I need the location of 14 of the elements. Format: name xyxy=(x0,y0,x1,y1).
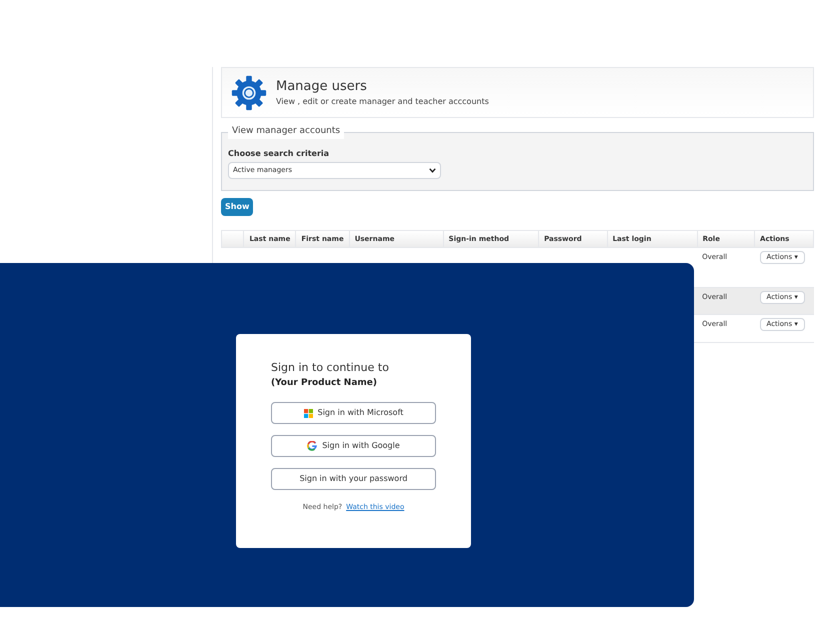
page-title: Manage users xyxy=(276,78,368,96)
google-sign-in-button[interactable]: Sign in with Google xyxy=(271,435,436,457)
product-name: (Your Product Name) xyxy=(271,376,378,390)
sign-in-title: Sign in to continue to xyxy=(271,360,390,376)
fieldset-legend: View manager accounts xyxy=(228,125,344,138)
page-subtitle: View , edit or create manager and teacher acccounts xyxy=(276,96,489,108)
four-squares-icon xyxy=(304,408,313,418)
show-button[interactable]: Show xyxy=(221,198,254,216)
microsoft-sign-in-button[interactable]: Sign in with Microsoft xyxy=(271,402,436,424)
g-letter-icon xyxy=(307,441,318,451)
gear-icon xyxy=(230,74,268,112)
password-sign-in-button[interactable]: Sign in with your password xyxy=(271,468,436,490)
field-label: Choose search criteria xyxy=(228,148,330,160)
chevron-icon xyxy=(429,168,436,173)
